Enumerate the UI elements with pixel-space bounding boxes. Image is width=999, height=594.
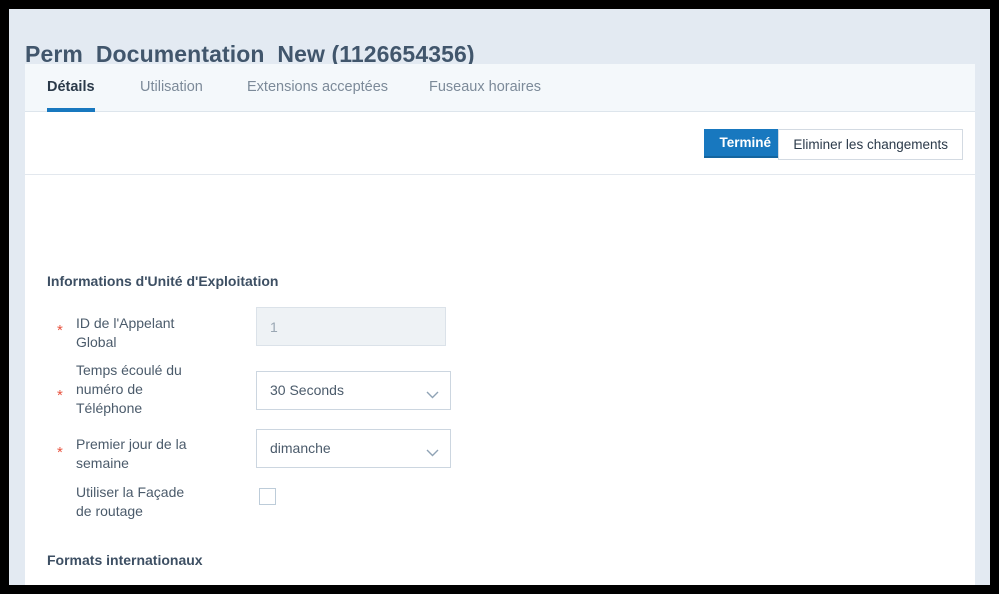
tab-utilisation[interactable]: Utilisation (140, 64, 203, 112)
tab-details[interactable]: Détails (47, 64, 95, 112)
page-background: Perm_Documentation_New (1126654356) Déta… (9, 9, 990, 585)
content-card: Détails Utilisation Extensions acceptées… (25, 64, 975, 585)
first-day-of-week-select-value: dimanche (270, 440, 331, 456)
tab-extensions-acceptees[interactable]: Extensions acceptées (247, 64, 388, 112)
field-label-use-routing-facade: Utiliser la Façade de routage (76, 484, 185, 519)
discard-changes-button[interactable]: Eliminer les changements (778, 129, 963, 160)
tab-fuseaux-horaires[interactable]: Fuseaux horaires (429, 64, 541, 112)
tab-extensions-acceptees-label: Extensions acceptées (247, 79, 389, 95)
done-button[interactable]: Terminé (704, 129, 786, 158)
tab-bar: Détails Utilisation Extensions acceptées… (25, 64, 975, 112)
required-marker-phone-timeout: * (57, 387, 63, 404)
screenshot-frame: Perm_Documentation_New (1126654356) Déta… (0, 0, 999, 594)
global-caller-id-input[interactable] (256, 307, 446, 346)
chevron-down-icon (426, 386, 439, 399)
tab-fuseaux-horaires-label: Fuseaux horaires (429, 79, 542, 95)
field-label-phone-timeout: Temps écoulé du numéro de Téléphone (76, 362, 182, 416)
details-form: Informations d'Unité d'Exploitation * ID… (25, 176, 975, 585)
required-marker-first-day: * (57, 444, 63, 461)
first-day-of-week-select[interactable]: dimanche (256, 429, 451, 468)
phone-timeout-select-value: 30 Seconds (270, 382, 344, 398)
section-title-international-formats: Formats internationaux (47, 552, 203, 568)
use-routing-facade-checkbox[interactable] (259, 488, 276, 505)
field-label-first-day-of-week: Premier jour de la semaine (76, 436, 187, 471)
section-title-operating-unit: Informations d'Unité d'Exploitation (47, 273, 279, 289)
phone-timeout-select[interactable]: 30 Seconds (256, 371, 451, 410)
chevron-down-icon (426, 444, 439, 457)
tab-details-label: Détails (47, 79, 95, 95)
required-marker-caller-id: * (57, 322, 63, 339)
action-toolbar: Terminé Eliminer les changements (25, 112, 975, 175)
field-label-caller-id: ID de l'Appelant Global (76, 315, 175, 350)
tab-utilisation-label: Utilisation (140, 79, 203, 95)
